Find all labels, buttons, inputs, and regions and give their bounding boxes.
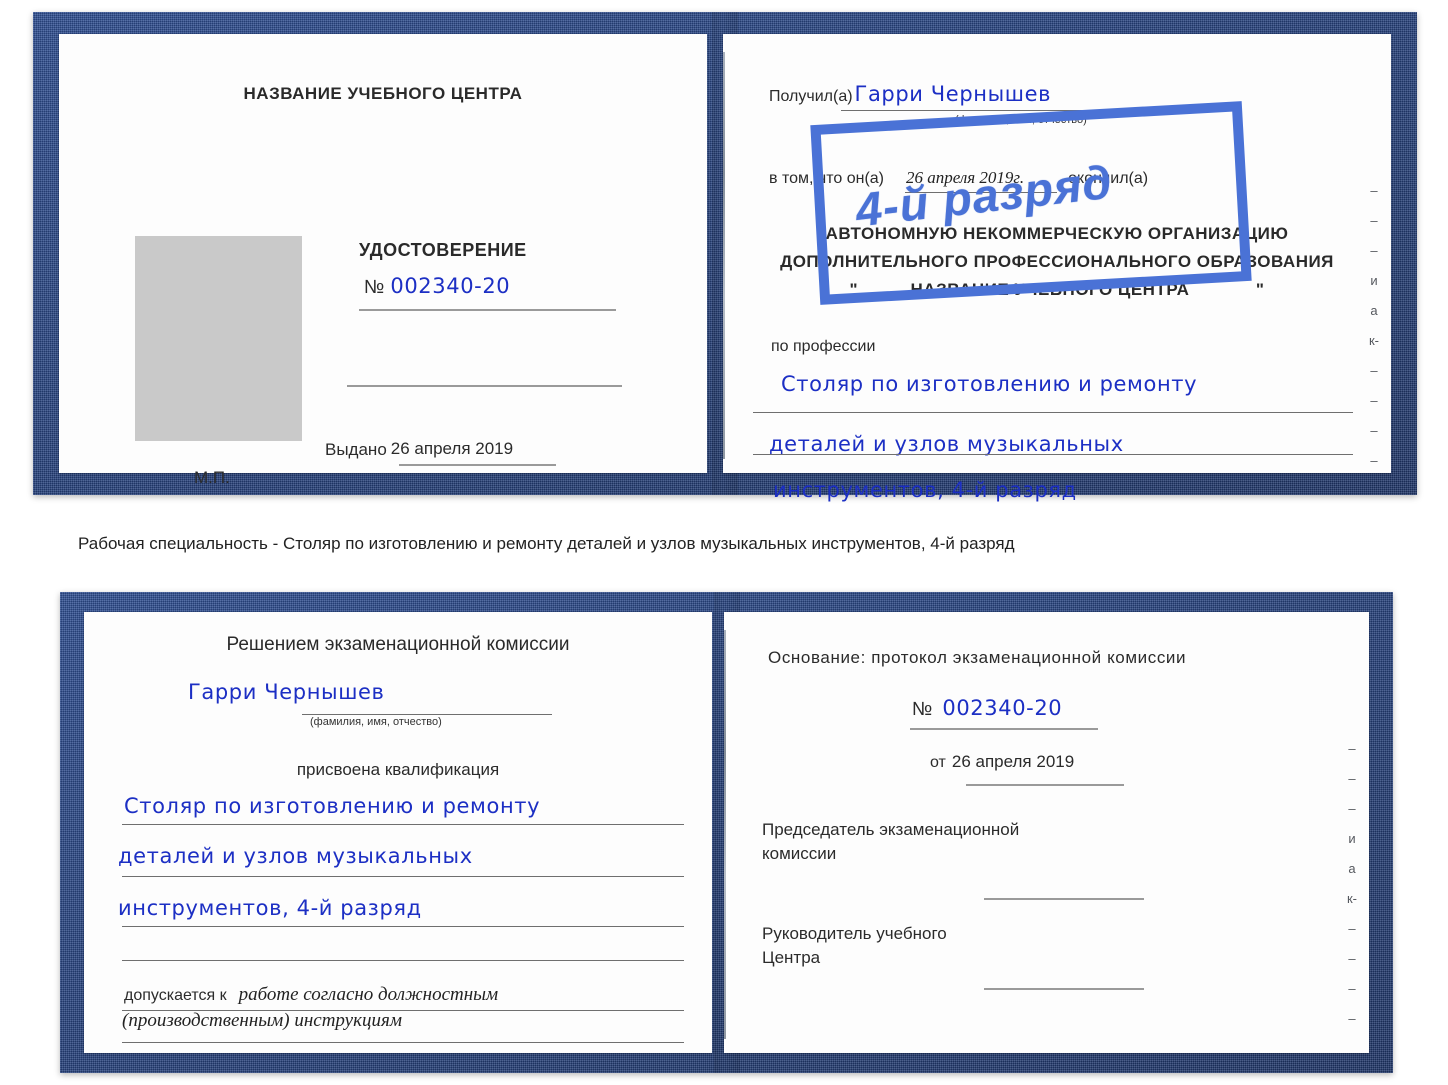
admitted-value-line-2: (производственным) инструкциям [122, 1010, 402, 1031]
edge-char: – [1370, 453, 1378, 468]
page-caption: Рабочая специальность - Столяр по изгото… [78, 534, 1015, 553]
certificate-top-right-page: Получил(а) Гарри Чернышев (фамилия, имя,… [723, 34, 1391, 502]
issued-group: Выдано 26 апреля 2019 [325, 439, 519, 460]
issued-label: Выдано [325, 440, 387, 459]
edge-char: – [1348, 921, 1356, 936]
graduate-name: Гарри Чернышев [188, 680, 385, 704]
profession-label: по профессии [771, 338, 876, 355]
edge-char: – [1370, 183, 1378, 198]
recipient-label: Получил(а) [769, 88, 853, 105]
edge-char: – [1370, 393, 1378, 408]
issued-value: 26 апреля 2019 [390, 439, 514, 458]
number-symbol: № [912, 699, 933, 720]
photo-placeholder [135, 236, 302, 441]
recipient-name: Гарри Чернышев [854, 82, 1052, 106]
recipient-dash: – [1173, 98, 1182, 115]
edge-char: – [1348, 771, 1356, 786]
qualification-rule-4 [122, 960, 684, 961]
quote-open: " [849, 280, 859, 299]
qualification-line-2: деталей и узлов музыкальных [118, 844, 473, 868]
certificate-number-rule [359, 309, 616, 311]
profession-rule-2 [753, 454, 1353, 455]
profession-line-1: Столяр по изготовлению и ремонту [781, 372, 1198, 396]
protocol-number-rule [910, 728, 1098, 730]
certificate-number-group: № 002340-20 [364, 274, 510, 299]
certificate-number-value: 002340-20 [390, 274, 511, 298]
qualification-rule-1 [122, 824, 684, 825]
edge-char: – [1348, 1011, 1356, 1026]
recipient-group: Получил(а) Гарри Чернышев [769, 82, 1051, 106]
document-title: УДОСТОВЕРЕНИЕ [359, 240, 527, 260]
training-center-header: НАЗВАНИЕ УЧЕБНОГО ЦЕНТРА [243, 84, 523, 103]
certificate-bottom-cover: Решением экзаменационной комиссии Гарри … [60, 592, 1393, 1073]
admitted-value-line-1: работе согласно должностным [238, 984, 499, 1005]
from-value: 26 апреля 2019 [951, 752, 1075, 771]
protocol-date-group: от 26 апреля 2019 [930, 752, 1074, 772]
seal-label: М.П. [194, 468, 230, 487]
number-symbol: № [364, 277, 385, 298]
edge-char: – [1370, 213, 1378, 228]
certificate-bottom-left-page: Решением экзаменационной комиссии Гарри … [84, 612, 712, 1053]
protocol-number-value: 002340-20 [942, 696, 1063, 720]
certificate-top-cover: НАЗВАНИЕ УЧЕБНОГО ЦЕНТРА М.П. УДОСТОВЕРЕ… [33, 12, 1417, 502]
edge-char: – [1370, 363, 1378, 378]
issued-rule [399, 464, 556, 466]
director-label-line-1: Руководитель учебного [762, 924, 947, 943]
edge-char: и [1370, 273, 1378, 288]
fio-hint: (фамилия, имя, отчество) [310, 716, 442, 728]
commission-decision-header: Решением экзаменационной комиссии [226, 634, 570, 655]
organization-line-2: ДОПОЛНИТЕЛЬНОГО ПРОФЕССИОНАЛЬНОГО ОБРАЗО… [780, 252, 1334, 271]
certificate-top-left-page: НАЗВАНИЕ УЧЕБНОГО ЦЕНТРА М.П. УДОСТОВЕРЕ… [59, 34, 707, 487]
fio-hint: (фамилия, имя, отчество) [955, 114, 1087, 126]
from-label: от [930, 754, 946, 771]
organization-line-1: АВТОНОМНУЮ НЕКОММЕРЧЕСКУЮ ОРГАНИЗАЦИЮ [825, 224, 1289, 243]
organization-name-row: " НАЗВАНИЕ УЧЕБНОГО ЦЕНТРА " [723, 280, 1391, 300]
edge-char: а [1348, 861, 1356, 876]
recipient-rule [841, 110, 1161, 111]
quote-close: " [1255, 280, 1265, 299]
admitted-label: допускается к [124, 987, 227, 1004]
qualification-rule-3 [122, 926, 684, 927]
admitted-group: допускается к работе согласно должностны… [124, 984, 498, 1006]
edge-char: а [1370, 303, 1378, 318]
edge-char: – [1348, 951, 1356, 966]
director-signature-rule [984, 988, 1144, 990]
qualification-rule-2 [122, 876, 684, 877]
edge-char: – [1348, 981, 1356, 996]
blank-rule-1 [347, 385, 622, 387]
page-edge-ghost-text: – – – и а к- – – – – [1361, 184, 1387, 484]
protocol-number-group: № 002340-20 [912, 696, 1062, 721]
admitted-rule-2 [122, 1042, 684, 1043]
graduate-name-rule [302, 714, 552, 715]
edge-char: к- [1368, 333, 1380, 348]
edge-char: и [1348, 831, 1356, 846]
edge-char: – [1348, 741, 1356, 756]
basis-label: Основание: протокол экзаменационной коми… [768, 648, 1187, 667]
edge-char: – [1348, 801, 1356, 816]
profession-line-3: инструментов, 4-й разряд [773, 478, 1077, 502]
organization-line-3: НАЗВАНИЕ УЧЕБНОГО ЦЕНТРА [910, 280, 1190, 299]
qualification-label: присвоена квалификация [296, 760, 500, 779]
profession-line-2: деталей и узлов музыкальных [769, 432, 1124, 456]
qualification-line-3: инструментов, 4-й разряд [118, 896, 422, 920]
edge-char: – [1370, 423, 1378, 438]
director-label-line-2: Центра [762, 948, 821, 967]
qualification-line-1: Столяр по изготовлению и ремонту [124, 794, 541, 818]
edge-char: – [1370, 243, 1378, 258]
protocol-date-rule [966, 784, 1124, 786]
chairman-label-line-1: Председатель экзаменационной [762, 820, 1020, 839]
certificate-bottom-right-page: Основание: протокол экзаменационной коми… [724, 612, 1369, 1053]
edge-char: к- [1346, 891, 1358, 906]
chairman-label-line-2: комиссии [762, 844, 837, 863]
page-binding-line [724, 630, 726, 1039]
profession-rule-1 [753, 412, 1353, 413]
page-edge-ghost-text: – – – и а к- – – – – [1339, 742, 1365, 1042]
chairman-signature-rule [984, 898, 1144, 900]
